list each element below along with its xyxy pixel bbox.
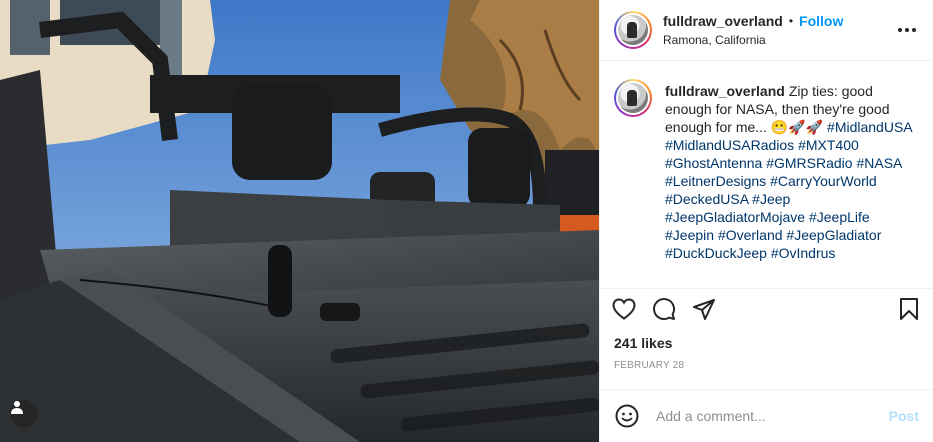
caption-username[interactable]: fulldraw_overland	[665, 83, 785, 99]
hashtag-link[interactable]: #DuckDuckJeep	[665, 245, 767, 261]
caption-avatar[interactable]	[614, 79, 652, 117]
hashtag-link[interactable]: #MXT400	[798, 137, 859, 153]
hashtag-link[interactable]: #JeepLife	[809, 209, 870, 225]
hashtag-link[interactable]: #Overland	[718, 227, 783, 243]
post-header: fulldraw_overland • Follow Ramona, Calif…	[600, 0, 933, 61]
post-photo[interactable]	[0, 0, 599, 442]
username-link[interactable]: fulldraw_overland	[663, 13, 783, 29]
post-comment-button[interactable]: Post	[889, 408, 919, 424]
hashtag-link[interactable]: #MidlandUSA	[827, 119, 912, 135]
caption-text: fulldraw_overland Zip ties: good enough f…	[665, 82, 919, 288]
comment-input[interactable]	[656, 408, 889, 424]
hashtag-link[interactable]: #NASA	[856, 155, 901, 171]
hashtag-link[interactable]: #DeckedUSA	[665, 191, 748, 207]
location-link[interactable]: Ramona, California	[663, 33, 895, 47]
hashtag-link[interactable]: #MidlandUSARadios	[665, 137, 794, 153]
avatar-image	[618, 15, 648, 45]
comment-icon[interactable]	[652, 289, 692, 329]
more-options-icon[interactable]	[895, 18, 919, 42]
header-text: fulldraw_overland • Follow Ramona, Calif…	[663, 13, 895, 47]
share-icon[interactable]	[692, 289, 732, 329]
user-tag-icon[interactable]	[10, 400, 38, 428]
caption: fulldraw_overland Zip ties: good enough f…	[600, 61, 933, 288]
jeep-bed-photo	[0, 0, 599, 442]
avatar[interactable]	[614, 11, 652, 49]
follow-button[interactable]: Follow	[799, 13, 843, 29]
hashtag-link[interactable]: #OvIndrus	[771, 245, 836, 261]
heart-icon[interactable]	[612, 289, 652, 329]
bookmark-icon[interactable]	[879, 289, 919, 329]
hashtag-link[interactable]: #JeepGladiator	[786, 227, 881, 243]
likes-count[interactable]: 241 likes	[614, 335, 672, 351]
hashtag-link[interactable]: #Jeepin	[665, 227, 714, 243]
post-date[interactable]: FEBRUARY 28	[614, 360, 684, 371]
hashtag-link[interactable]: #CarryYourWorld	[770, 173, 877, 189]
hashtag-link[interactable]: #GhostAntenna	[665, 155, 762, 171]
post-sidebar: fulldraw_overland • Follow Ramona, Calif…	[599, 0, 933, 442]
comment-bar: Post	[600, 389, 933, 442]
hashtag-link[interactable]: #LeitnerDesigns	[665, 173, 766, 189]
instagram-post: fulldraw_overland • Follow Ramona, Calif…	[0, 0, 933, 442]
hashtag-link[interactable]: #Jeep	[752, 191, 790, 207]
emoji-icon[interactable]	[614, 403, 640, 429]
person-icon	[11, 401, 23, 414]
hashtag-link[interactable]: #JeepGladiatorMojave	[665, 209, 805, 225]
hashtag-list: #MidlandUSA #MidlandUSARadios #MXT400 #G…	[665, 119, 912, 261]
hashtag-link[interactable]: #GMRSRadio	[766, 155, 852, 171]
action-bar	[600, 288, 933, 328]
separator-dot: •	[788, 14, 794, 28]
